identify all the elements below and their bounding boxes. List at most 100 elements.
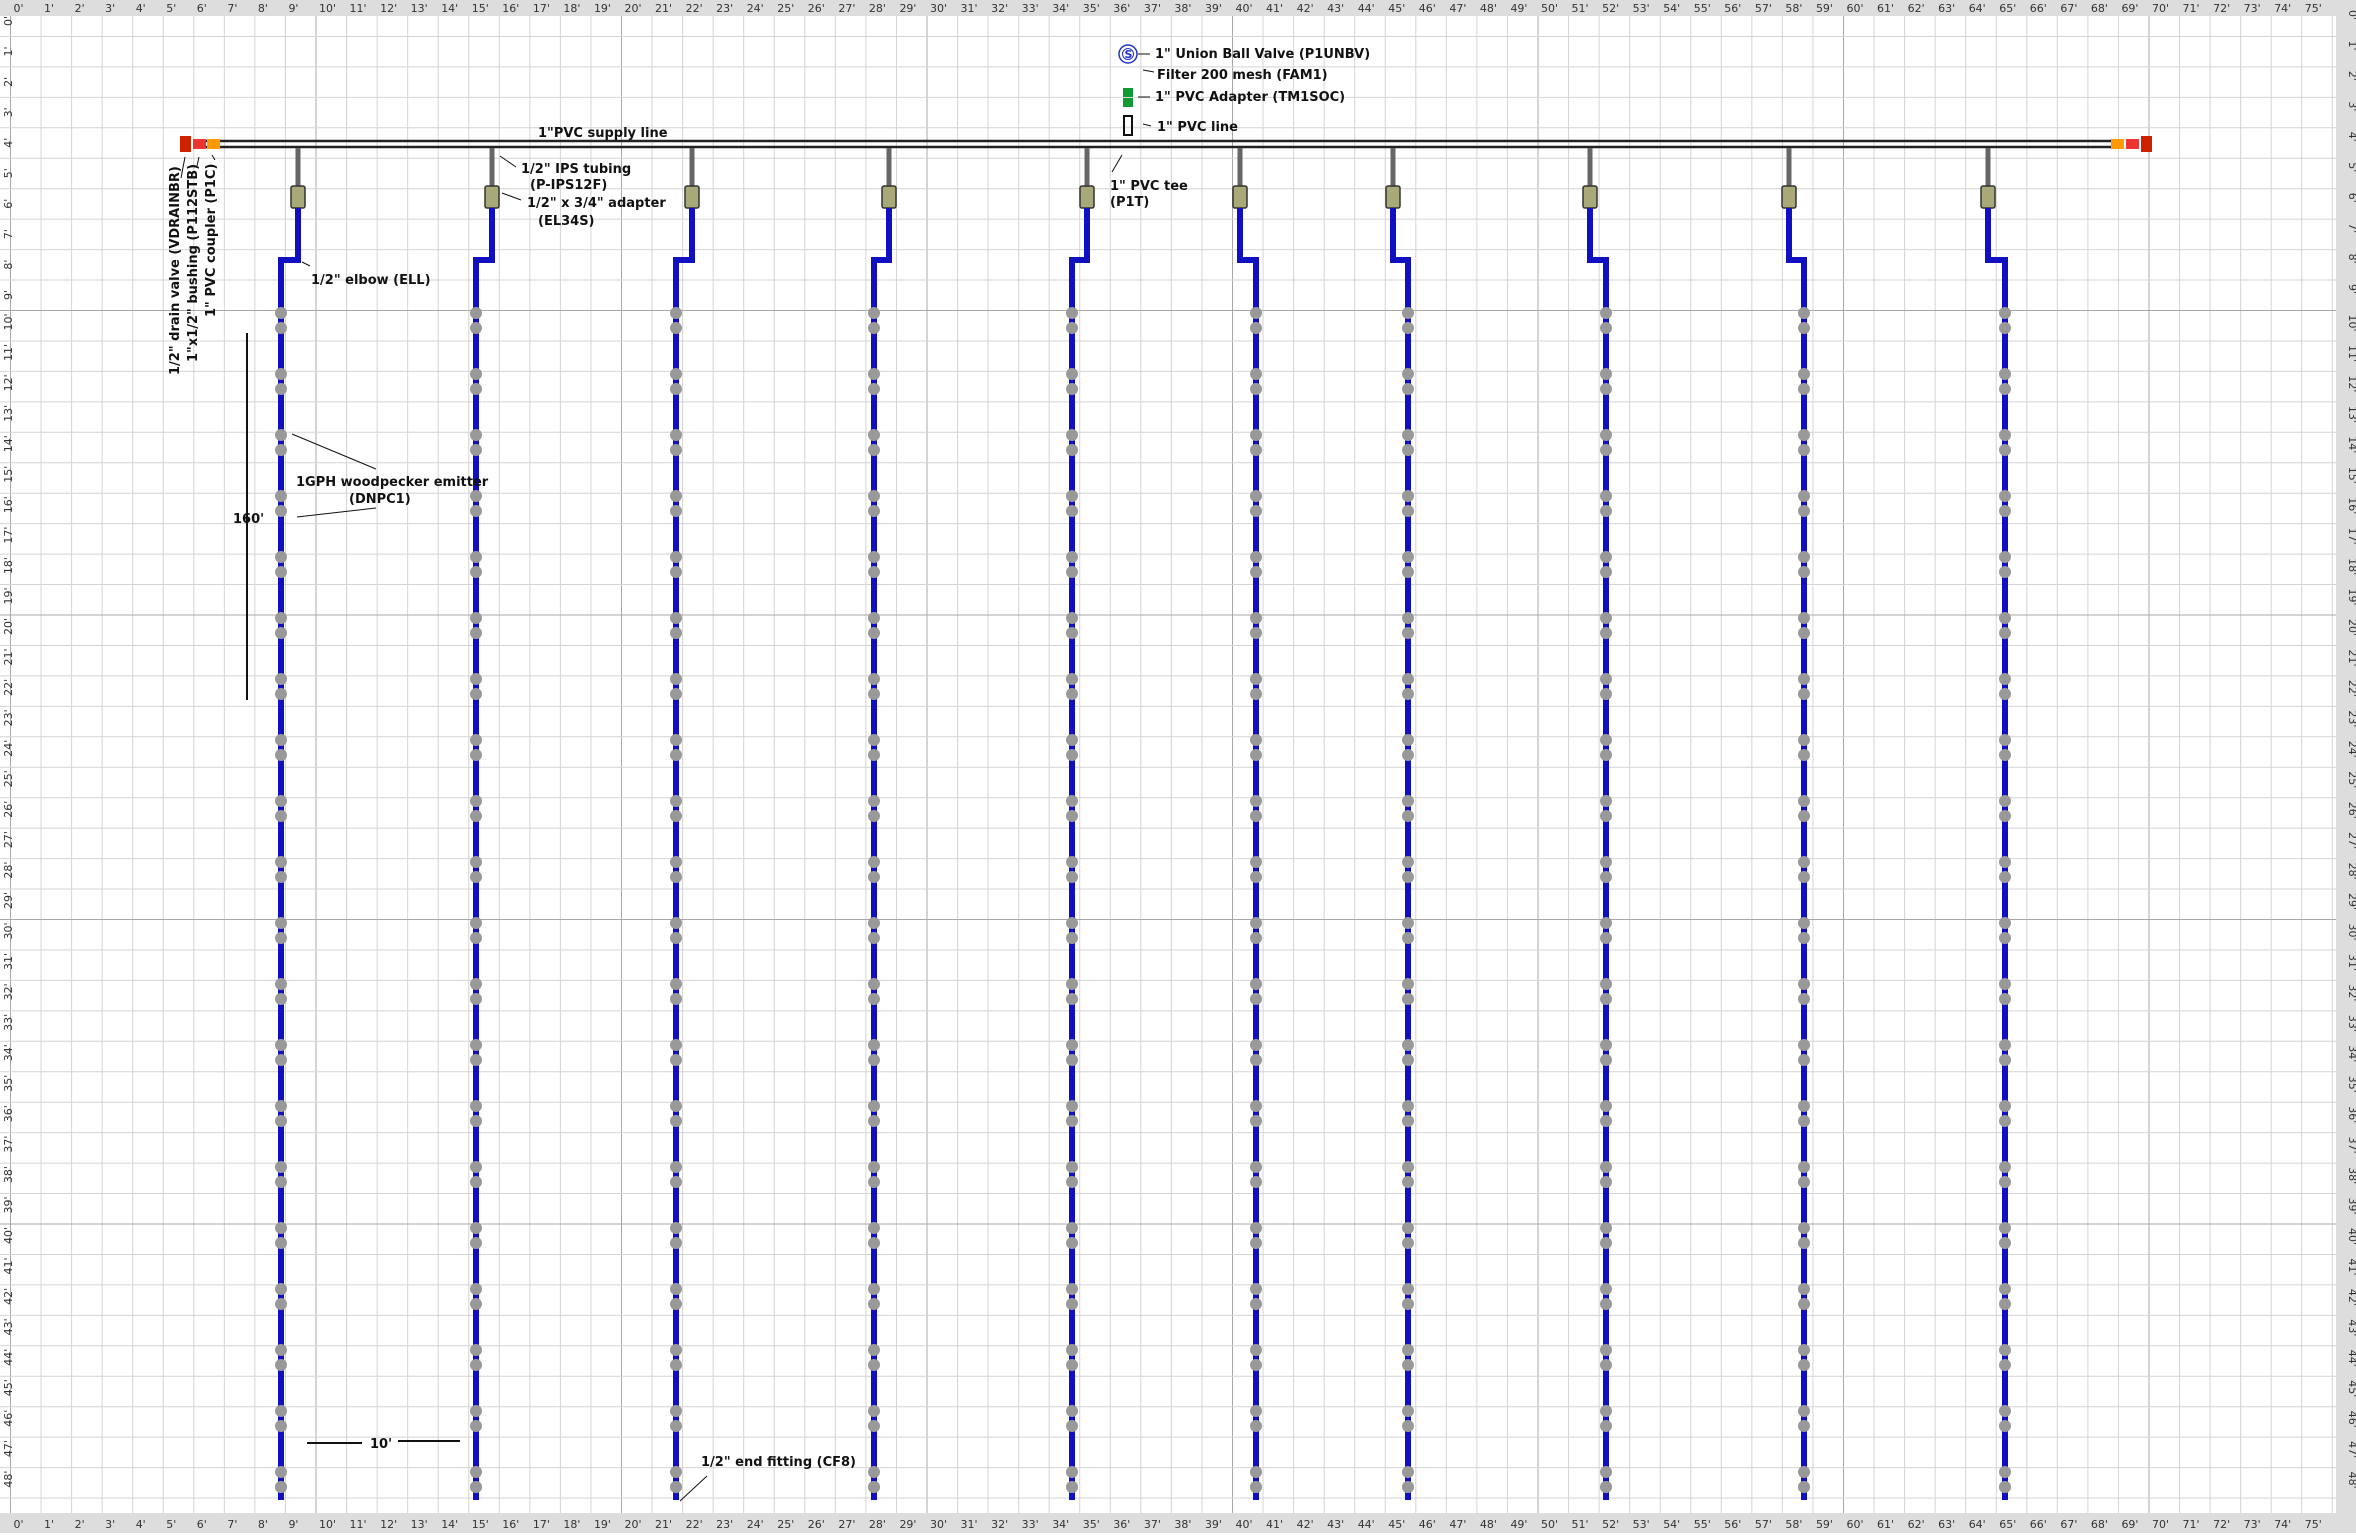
- bottom-ruler-tick-label: 43': [1327, 1518, 1344, 1531]
- emitter: [275, 1100, 287, 1112]
- emitter: [1402, 444, 1414, 456]
- emitter: [275, 856, 287, 868]
- top-ruler-tick-label: 43': [1327, 2, 1344, 15]
- coupler-label: 1" PVC coupler (P1C): [204, 164, 219, 317]
- emitter: [1999, 1283, 2011, 1295]
- emitter: [275, 1222, 287, 1234]
- emitter: [1600, 627, 1612, 639]
- emitter: [1402, 566, 1414, 578]
- emitter: [1066, 993, 1078, 1005]
- top-ruler-tick-label: 22': [686, 2, 703, 15]
- top-ruler-tick-label: 17': [533, 2, 550, 15]
- emitter: [275, 1039, 287, 1051]
- emitter: [1600, 795, 1612, 807]
- bottom-ruler-tick-label: 0': [14, 1518, 24, 1531]
- emitter: [868, 1344, 880, 1356]
- side-ruler-tick-label: 5': [2346, 162, 2356, 172]
- emitter: [1798, 1054, 1810, 1066]
- top-ruler-tick-label: 0': [14, 2, 24, 15]
- emitter: [868, 1100, 880, 1112]
- emitter: [470, 856, 482, 868]
- side-ruler-tick-label: 24': [2346, 741, 2356, 758]
- emitter: [1250, 1344, 1262, 1356]
- emitter: [1250, 1420, 1262, 1432]
- side-ruler-tick-label: 28': [2346, 863, 2356, 880]
- emitter: [1402, 734, 1414, 746]
- emitter: [1600, 1100, 1612, 1112]
- left-ruler-tick-label: 35': [2, 1075, 15, 1092]
- leader-ips: [499, 155, 517, 168]
- emitter: [470, 1039, 482, 1051]
- bottom-ruler-tick-label: 50': [1541, 1518, 1558, 1531]
- top-ruler-tick-label: 52': [1602, 2, 1619, 15]
- emitter: [1402, 856, 1414, 868]
- emitter: [275, 1405, 287, 1417]
- emitter: [670, 1359, 682, 1371]
- side-ruler-tick-label: 37': [2346, 1137, 2356, 1154]
- emitter: [1798, 1222, 1810, 1234]
- emitter: [1999, 1115, 2011, 1127]
- top-ruler-tick-label: 2': [75, 2, 85, 15]
- left-ruler-tick-label: 40': [2, 1227, 15, 1244]
- bottom-ruler-tick-label: 2': [75, 1518, 85, 1531]
- emitter: [868, 1161, 880, 1173]
- emitter: [1798, 1100, 1810, 1112]
- emitter: [1066, 429, 1078, 441]
- emitter: [868, 1237, 880, 1249]
- emitter: [1066, 1405, 1078, 1417]
- emitter: [868, 1405, 880, 1417]
- top-ruler-tick-label: 44': [1358, 2, 1375, 15]
- emitter: [1798, 1344, 1810, 1356]
- emitter: [275, 673, 287, 685]
- adapter-fitting: [484, 185, 500, 209]
- adapter-fitting: [290, 185, 306, 209]
- bottom-ruler-tick-label: 62': [1908, 1518, 1925, 1531]
- bottom-ruler-tick-label: 32': [991, 1518, 1008, 1531]
- side-ruler-tick-label: 31': [2346, 954, 2356, 971]
- top-ruler-tick-label: 42': [1297, 2, 1314, 15]
- emitter: [670, 627, 682, 639]
- emitter: [1798, 1298, 1810, 1310]
- emitter: [670, 1344, 682, 1356]
- side-ruler-tick-label: 34': [2346, 1045, 2356, 1062]
- side-ruler-tick-label: 42': [2346, 1289, 2356, 1306]
- left-ruler-tick-label: 17': [2, 527, 15, 544]
- side-ruler-tick-label: 15': [2346, 467, 2356, 484]
- emitter: [1402, 673, 1414, 685]
- emitter: [1600, 1481, 1612, 1493]
- bottom-ruler-tick-label: 68': [2091, 1518, 2108, 1531]
- emitter: [1600, 1420, 1612, 1432]
- emitter: [1600, 612, 1612, 624]
- bottom-ruler-tick-label: 35': [1083, 1518, 1100, 1531]
- left-ruler-tick-label: 25': [2, 770, 15, 787]
- emitter: [1600, 1054, 1612, 1066]
- emitter: [868, 749, 880, 761]
- emitter: [275, 1298, 287, 1310]
- emitter: [670, 871, 682, 883]
- length-160-label: 160': [233, 512, 264, 527]
- top-ruler-tick-label: 53': [1633, 2, 1650, 15]
- side-ruler-tick-label: 30': [2346, 924, 2356, 941]
- side-ruler-tick-label: 32': [2346, 984, 2356, 1001]
- emitter: [1600, 856, 1612, 868]
- left-ruler-tick-label: 3': [2, 107, 15, 117]
- emitter: [1250, 1481, 1262, 1493]
- top-ruler-tick-label: 48': [1480, 2, 1497, 15]
- emitter: [1600, 1161, 1612, 1173]
- left-ruler-tick-label: 41': [2, 1257, 15, 1274]
- left-ruler-tick-label: 28': [2, 862, 15, 879]
- emitter: [1600, 1237, 1612, 1249]
- adapter-fitting: [1980, 185, 1996, 209]
- emitter: [275, 383, 287, 395]
- emitter: [470, 1298, 482, 1310]
- emitter: [1066, 932, 1078, 944]
- supply-line-group: [180, 136, 2152, 152]
- top-ruler-tick-label: 19': [594, 2, 611, 15]
- emitter: [1066, 1466, 1078, 1478]
- emitter: [670, 1466, 682, 1478]
- top-ruler-tick-label: 3': [105, 2, 115, 15]
- left-ruler-tick-label: 24': [2, 740, 15, 757]
- top-ruler-tick-label: 9': [288, 2, 298, 15]
- emitter: [1402, 1359, 1414, 1371]
- emitter-label-2: (DNPC1): [349, 492, 411, 507]
